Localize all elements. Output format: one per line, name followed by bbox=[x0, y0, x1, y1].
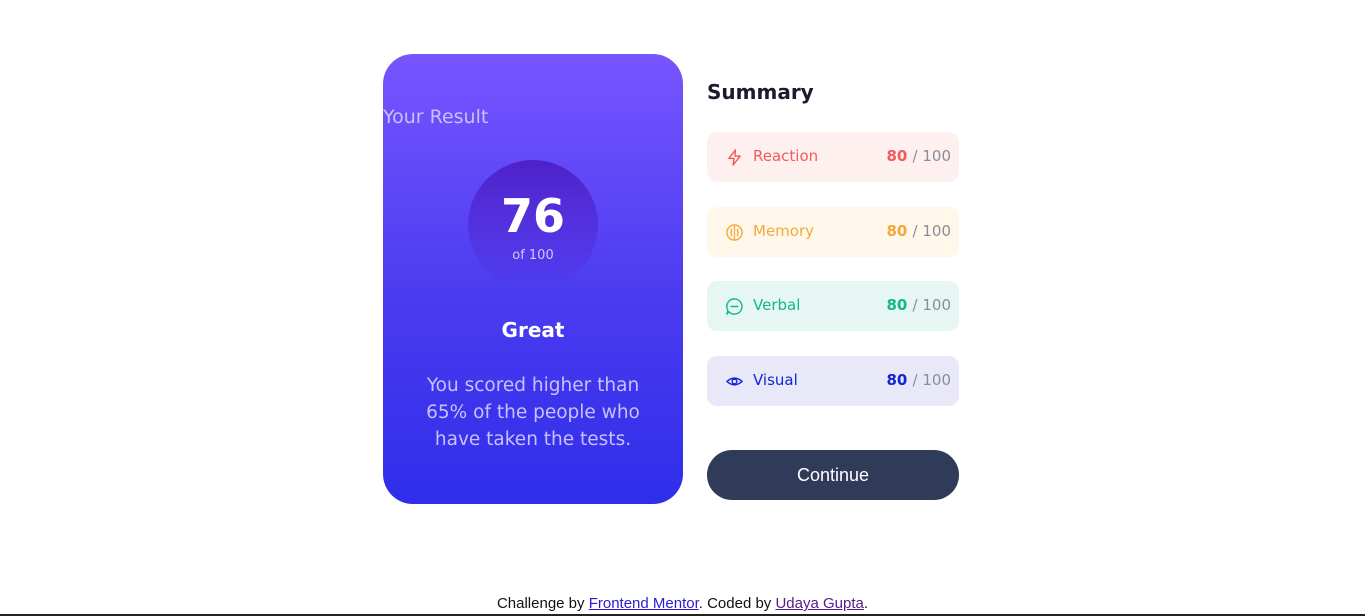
summary-item-verbal: Verbal 80 / 100 bbox=[707, 281, 959, 331]
attribution-middle: . Coded by bbox=[698, 595, 772, 612]
score-value: 80 bbox=[886, 222, 908, 240]
summary-item-score: 80 / 100 bbox=[886, 222, 951, 240]
rating-label: Great bbox=[501, 318, 565, 342]
summary-item-label: Verbal bbox=[753, 296, 801, 314]
attribution-prefix: Challenge by bbox=[496, 595, 585, 612]
score-value: 80 bbox=[886, 296, 908, 314]
summary-item-label: Reaction bbox=[753, 147, 819, 165]
summary-item-score: 80 / 100 bbox=[886, 296, 951, 314]
summary-item-label: Visual bbox=[753, 371, 798, 389]
lightning-icon bbox=[728, 149, 741, 166]
score-out-of: / 100 bbox=[912, 296, 951, 314]
summary-item-visual: Visual 80 / 100 bbox=[707, 356, 959, 406]
result-description: You scored higher than 65% of the people… bbox=[426, 375, 640, 450]
summary-item-score: 80 / 100 bbox=[886, 371, 951, 389]
score-value: 80 bbox=[886, 371, 908, 389]
score-value: 76 bbox=[500, 189, 565, 243]
score-of-label: of 100 bbox=[512, 248, 554, 263]
attribution-suffix: . bbox=[863, 595, 869, 612]
eye-icon bbox=[726, 377, 743, 386]
summary-item-memory: Memory 80 / 100 bbox=[707, 207, 959, 257]
brain-icon bbox=[726, 224, 743, 241]
author-link[interactable]: Udaya Gupta bbox=[775, 595, 863, 612]
score-circle: 76 of 100 bbox=[468, 160, 598, 290]
score-out-of: / 100 bbox=[912, 147, 951, 165]
summary-item-reaction: Reaction 80 / 100 bbox=[707, 132, 959, 182]
result-title: Your Result bbox=[383, 106, 489, 128]
summary-title: Summary bbox=[707, 80, 814, 104]
continue-button[interactable]: Continue bbox=[707, 450, 959, 500]
summary-item-label: Memory bbox=[753, 222, 815, 240]
score-out-of: / 100 bbox=[912, 222, 951, 240]
summary-item-score: 80 / 100 bbox=[886, 147, 951, 165]
chat-bubble-icon bbox=[726, 298, 743, 315]
score-value: 80 bbox=[886, 147, 908, 165]
score-out-of: / 100 bbox=[912, 371, 951, 389]
attribution-footer: Challenge by Frontend Mentor. Coded by U… bbox=[0, 595, 1365, 612]
frontend-mentor-link[interactable]: Frontend Mentor bbox=[589, 595, 699, 612]
